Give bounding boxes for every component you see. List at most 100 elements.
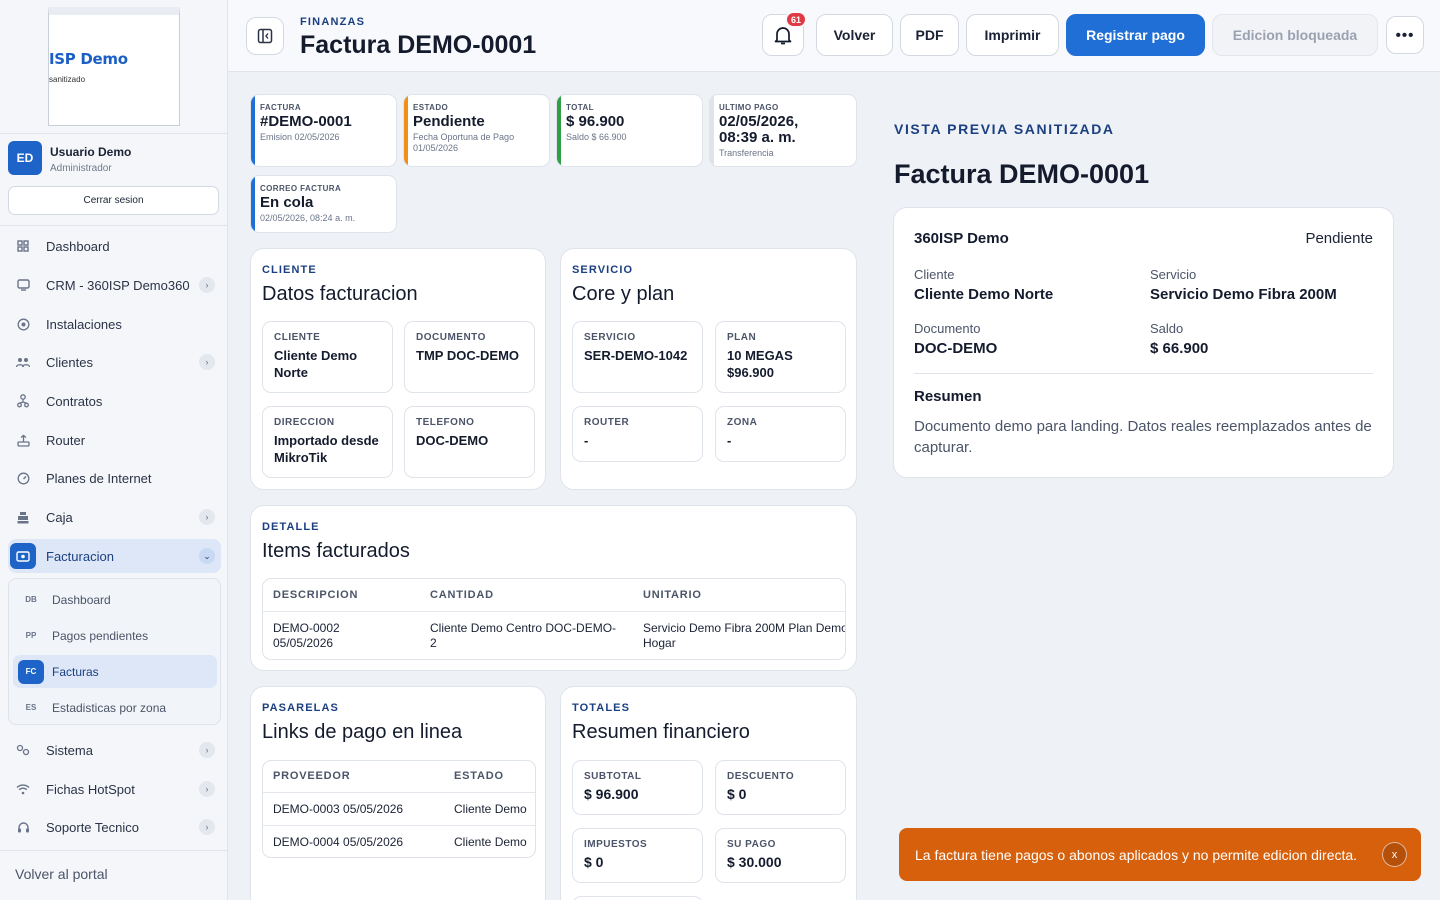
- brand-logo[interactable]: ISP Demo sanitizado: [48, 7, 180, 126]
- sidebar-item-label: Sistema: [46, 742, 93, 758]
- chevron-right-icon[interactable]: ›: [199, 354, 215, 370]
- table-cell: Cliente Demo Centro DOC-DEMO-: [430, 621, 617, 635]
- field-su-pago: SU PAGO $ 30.000: [715, 828, 846, 883]
- facturacion-submenu: DB Dashboard PP Pagos pendientes FC Fact…: [8, 578, 221, 725]
- section-title: Items facturados: [262, 540, 410, 562]
- user-role: Administrador: [50, 163, 112, 174]
- preview-label: Saldo: [1150, 321, 1184, 336]
- preview-label: Documento: [914, 321, 981, 336]
- summary-label: ULTIMO PAGO: [719, 103, 779, 112]
- chevron-down-icon[interactable]: ⌄: [199, 548, 215, 564]
- submenu-item-dashboard[interactable]: DB Dashboard: [13, 583, 217, 616]
- close-toast-button[interactable]: x: [1382, 842, 1407, 867]
- sidebar-item-clientes[interactable]: Clientes ›: [8, 345, 221, 379]
- divider: [914, 373, 1373, 374]
- router-icon: [10, 427, 36, 453]
- summary-label: TOTAL: [566, 103, 594, 112]
- section-eyebrow: PASARELAS: [262, 702, 339, 714]
- submenu-label: Dashboard: [52, 592, 111, 607]
- summary-sub: Saldo $ 66.900: [566, 132, 627, 142]
- collapse-sidebar-button[interactable]: [246, 17, 284, 55]
- sidebar-item-fichas[interactable]: Fichas HotSpot ›: [8, 772, 221, 806]
- field-direccion: DIRECCION Importado desde MikroTik: [262, 406, 393, 478]
- submenu-code: ES: [25, 703, 37, 712]
- field-value: Importado desde MikroTik: [274, 433, 379, 465]
- sidebar-item-label: Clientes: [46, 354, 93, 370]
- field-value: -: [584, 433, 589, 448]
- row-divider: [263, 825, 535, 826]
- crm-icon: [10, 272, 36, 298]
- sidebar-item-planes[interactable]: Planes de Internet: [8, 461, 221, 495]
- invoice-preview-card: 360ISP Demo Pendiente Cliente Cliente De…: [893, 207, 1394, 478]
- accent-bar: [251, 95, 255, 166]
- field-zona: ZONA -: [715, 406, 846, 462]
- more-options-button[interactable]: •••: [1386, 16, 1424, 54]
- chevron-right-icon[interactable]: ›: [199, 781, 215, 797]
- summary-sub: Emision 02/05/2026: [260, 132, 340, 142]
- register-payment-button[interactable]: Registrar pago: [1066, 14, 1205, 56]
- sidebar-item-label: Soporte Tecnico: [46, 819, 139, 835]
- field-value: Cliente Demo Norte: [274, 348, 358, 380]
- chevron-right-icon[interactable]: ›: [199, 742, 215, 758]
- submenu-item-facturas[interactable]: FC Facturas: [13, 655, 217, 688]
- brand-name: ISP Demo: [49, 50, 128, 68]
- table-cell: Hogar: [643, 636, 676, 650]
- print-button[interactable]: Imprimir: [966, 14, 1059, 56]
- totales-panel: TOTALES Resumen financiero SUBTOTAL $ 96…: [560, 686, 857, 900]
- pdf-button[interactable]: PDF: [900, 14, 959, 56]
- submenu-item-pagos-pendientes[interactable]: PP Pagos pendientes: [13, 619, 217, 652]
- cliente-panel: CLIENTE Datos facturacion CLIENTE Client…: [250, 248, 546, 490]
- field-label: CLIENTE: [274, 332, 321, 343]
- bell-icon: [774, 27, 792, 45]
- sidebar-item-instalaciones[interactable]: Instalaciones: [8, 307, 221, 341]
- section-eyebrow: CLIENTE: [262, 264, 317, 276]
- submenu-code: FC: [18, 659, 44, 684]
- target-icon: [10, 311, 36, 337]
- settings-icon: [10, 737, 36, 763]
- section-eyebrow: TOTALES: [572, 702, 631, 714]
- submenu-item-estadisticas[interactable]: ES Estadisticas por zona: [13, 691, 217, 724]
- preview-status: Pendiente: [1305, 230, 1373, 247]
- sidebar-item-contratos[interactable]: Contratos: [8, 384, 221, 418]
- field-label: SERVICIO: [584, 332, 636, 343]
- preview-eyebrow: VISTA PREVIA SANITIZADA: [894, 121, 1115, 137]
- summary-sub: 02/05/2026, 08:24 a. m.: [260, 213, 356, 223]
- field-value: TMP DOC-DEMO: [416, 348, 520, 363]
- sidebar-item-label: Fichas HotSpot: [46, 781, 135, 797]
- sidebar-item-soporte[interactable]: Soporte Tecnico ›: [8, 810, 221, 844]
- summary-value: $ 96.900: [566, 113, 625, 130]
- summary-value: 02/05/2026, 08:39 a. m.: [719, 113, 799, 146]
- users-icon: [10, 349, 36, 375]
- summary-card-total: TOTAL $ 96.900 Saldo $ 66.900: [556, 94, 703, 167]
- pasarelas-panel: PASARELAS Links de pago en linea PROVEED…: [250, 686, 546, 900]
- sidebar-item-caja[interactable]: Caja ›: [8, 500, 221, 534]
- field-value: DOC-DEMO: [416, 433, 489, 448]
- sidebar-item-router[interactable]: Router: [8, 423, 221, 457]
- topbar: FINANZAS Factura DEMO-0001 61 Volver PDF…: [228, 0, 1440, 72]
- back-button[interactable]: Volver: [816, 14, 893, 56]
- sidebar-item-dashboard[interactable]: Dashboard: [8, 229, 221, 263]
- back-to-portal-link[interactable]: Volver al portal: [15, 866, 108, 882]
- submenu-label: Facturas: [52, 664, 99, 679]
- row-divider: [263, 792, 535, 793]
- chevron-right-icon[interactable]: ›: [199, 277, 215, 293]
- submenu-label: Estadisticas por zona: [52, 700, 167, 715]
- chevron-right-icon[interactable]: ›: [199, 509, 215, 525]
- sidebar-item-label: CRM - 360ISP Demo360: [46, 277, 190, 293]
- sidebar-toggle-icon: [257, 28, 273, 44]
- field-label: DIRECCION: [274, 417, 335, 428]
- logout-button[interactable]: Cerrar sesion: [8, 186, 219, 215]
- divider: [0, 133, 228, 134]
- field-value: $ 30.000: [727, 854, 782, 870]
- field-value: 10 MEGAS $96.900: [727, 348, 793, 380]
- chevron-right-icon[interactable]: ›: [199, 819, 215, 835]
- sidebar-item-crm[interactable]: CRM - 360ISP Demo360 ›: [8, 268, 221, 302]
- user-name: Usuario Demo: [50, 145, 132, 159]
- field-documento: DOCUMENTO TMP DOC-DEMO: [404, 321, 535, 393]
- sidebar-item-facturacion[interactable]: Facturacion ⌄: [8, 539, 221, 573]
- table-cell: DEMO-0004 05/05/2026: [273, 835, 404, 849]
- summary-value: Pendiente: [413, 113, 485, 130]
- field-extra: [572, 896, 703, 900]
- sidebar-item-sistema[interactable]: Sistema ›: [8, 733, 221, 767]
- sidebar-item-label: Caja: [46, 509, 73, 525]
